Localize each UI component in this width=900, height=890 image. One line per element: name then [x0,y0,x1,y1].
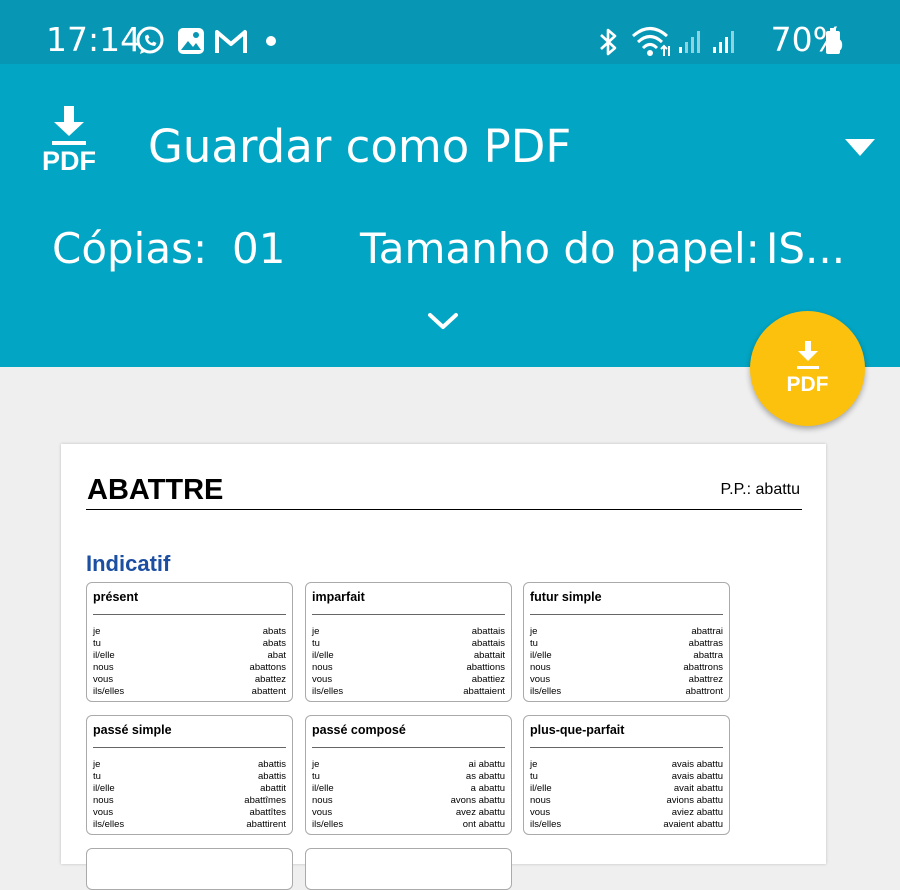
tense-divider [312,614,505,615]
chevron-down-icon[interactable] [427,312,459,332]
tense-divider [312,747,505,748]
conjugation-row: tu avais abattu [530,771,723,782]
paper-size-label: Tamanho do papel: [360,224,760,273]
gmail-icon [215,30,247,53]
print-options-header: PDF Guardar como PDF Cópias: 01 Tamanho … [0,64,900,367]
conjugation-row: tu abats [93,638,286,649]
conjugation-row: tu abattis [93,771,286,782]
pdf-icon-label: PDF [42,146,96,176]
conjugation-row: je ai abattu [312,759,505,770]
download-pdf-button[interactable]: PDF [750,311,865,426]
copies-value[interactable]: 01 [232,224,285,273]
tense-box: imparfait je abattais tu abattais il/elle a… [305,582,512,702]
signal-icon [713,31,734,53]
conjugation-row: vous avez abattu [312,807,505,818]
tense-box: plus-que-parfait je avais abattu tu avais … [523,715,730,835]
conjugation-row: nous abattîmes [93,795,286,806]
conjugation-row: il/elle abattra [530,650,723,661]
tense-name: imparfait [312,590,365,604]
tense-box [86,848,293,890]
tense-name: futur simple [530,590,602,604]
conjugation-row: vous aviez abattu [530,807,723,818]
tense-name: passé simple [93,723,172,737]
status-bar: 17:14 70% [0,0,900,64]
conjugation-row: ils/elles abattirent [93,819,286,830]
dot-icon [266,36,276,46]
conjugation-row: ils/elles ont abattu [312,819,505,830]
tense-box: passé simple je abattis tu abattis il/elle… [86,715,293,835]
conjugation-row: tu as abattu [312,771,505,782]
tense-divider [530,747,723,748]
conjugation-row: je abattrai [530,626,723,637]
conjugation-row: je abattais [312,626,505,637]
conjugation-row: il/elle a abattu [312,783,505,794]
conjugation-row: ils/elles abattent [93,686,286,697]
conjugation-row: vous abattez [93,674,286,685]
whatsapp-icon [136,26,164,54]
conjugation-row: vous abattrez [530,674,723,685]
tense-divider [93,614,286,615]
tense-name: présent [93,590,139,604]
wifi-icon [632,27,670,56]
copies-label: Cópias: [52,224,208,273]
conjugation-row: nous abattrons [530,662,723,673]
conjugation-row: il/elle abattit [93,783,286,794]
conjugation-row: ils/elles abattront [530,686,723,697]
signal-icon [679,31,700,53]
conjugation-row: je avais abattu [530,759,723,770]
conjugation-row: il/elle abattait [312,650,505,661]
conjugation-row: nous abattions [312,662,505,673]
dropdown-arrow-icon[interactable] [844,138,876,158]
gallery-icon [178,28,204,54]
tense-name: passé composé [312,723,406,737]
conjugation-row: ils/elles abattaient [312,686,505,697]
conjugation-row: je abattis [93,759,286,770]
tense-divider [530,614,723,615]
fab-label: PDF [786,373,829,396]
conjugation-row: nous avons abattu [312,795,505,806]
tense-divider [93,747,286,748]
tense-box [305,848,512,890]
document-preview[interactable]: ABATTRE P.P.: abattu Indicatif présent j… [61,444,826,890]
conjugation-row: ils/elles avaient abattu [530,819,723,830]
mood-heading: Indicatif [86,551,171,576]
conjugation-row: il/elle avait abattu [530,783,723,794]
paper-size-value[interactable]: IS... [766,224,845,273]
conjugation-row: vous abattiez [312,674,505,685]
bluetooth-icon [600,28,617,56]
printer-selector[interactable]: Guardar como PDF [148,120,571,173]
tense-box: présent je abats tu abats il/elle abat nous… [86,582,293,702]
conjugation-row: il/elle abat [93,650,286,661]
conjugation-row: tu abattras [530,638,723,649]
conjugation-row: vous abattîtes [93,807,286,818]
tense-box: passé composé je ai abattu tu as abattu il… [305,715,512,835]
status-time: 17:14 [46,20,142,59]
pdf-printer-icon: PDF [38,104,100,184]
download-icon [797,341,819,369]
conjugation-row: nous abattons [93,662,286,673]
verb-title: ABATTRE [87,474,224,506]
title-divider [86,509,802,510]
battery-icon [826,28,840,54]
tense-box: futur simple je abattrai tu abattras il/el… [523,582,730,702]
conjugation-row: nous avions abattu [530,795,723,806]
past-participle: P.P.: abattu [720,481,800,498]
conjugation-row: tu abattais [312,638,505,649]
conjugation-row: je abats [93,626,286,637]
tense-name: plus-que-parfait [530,723,625,737]
